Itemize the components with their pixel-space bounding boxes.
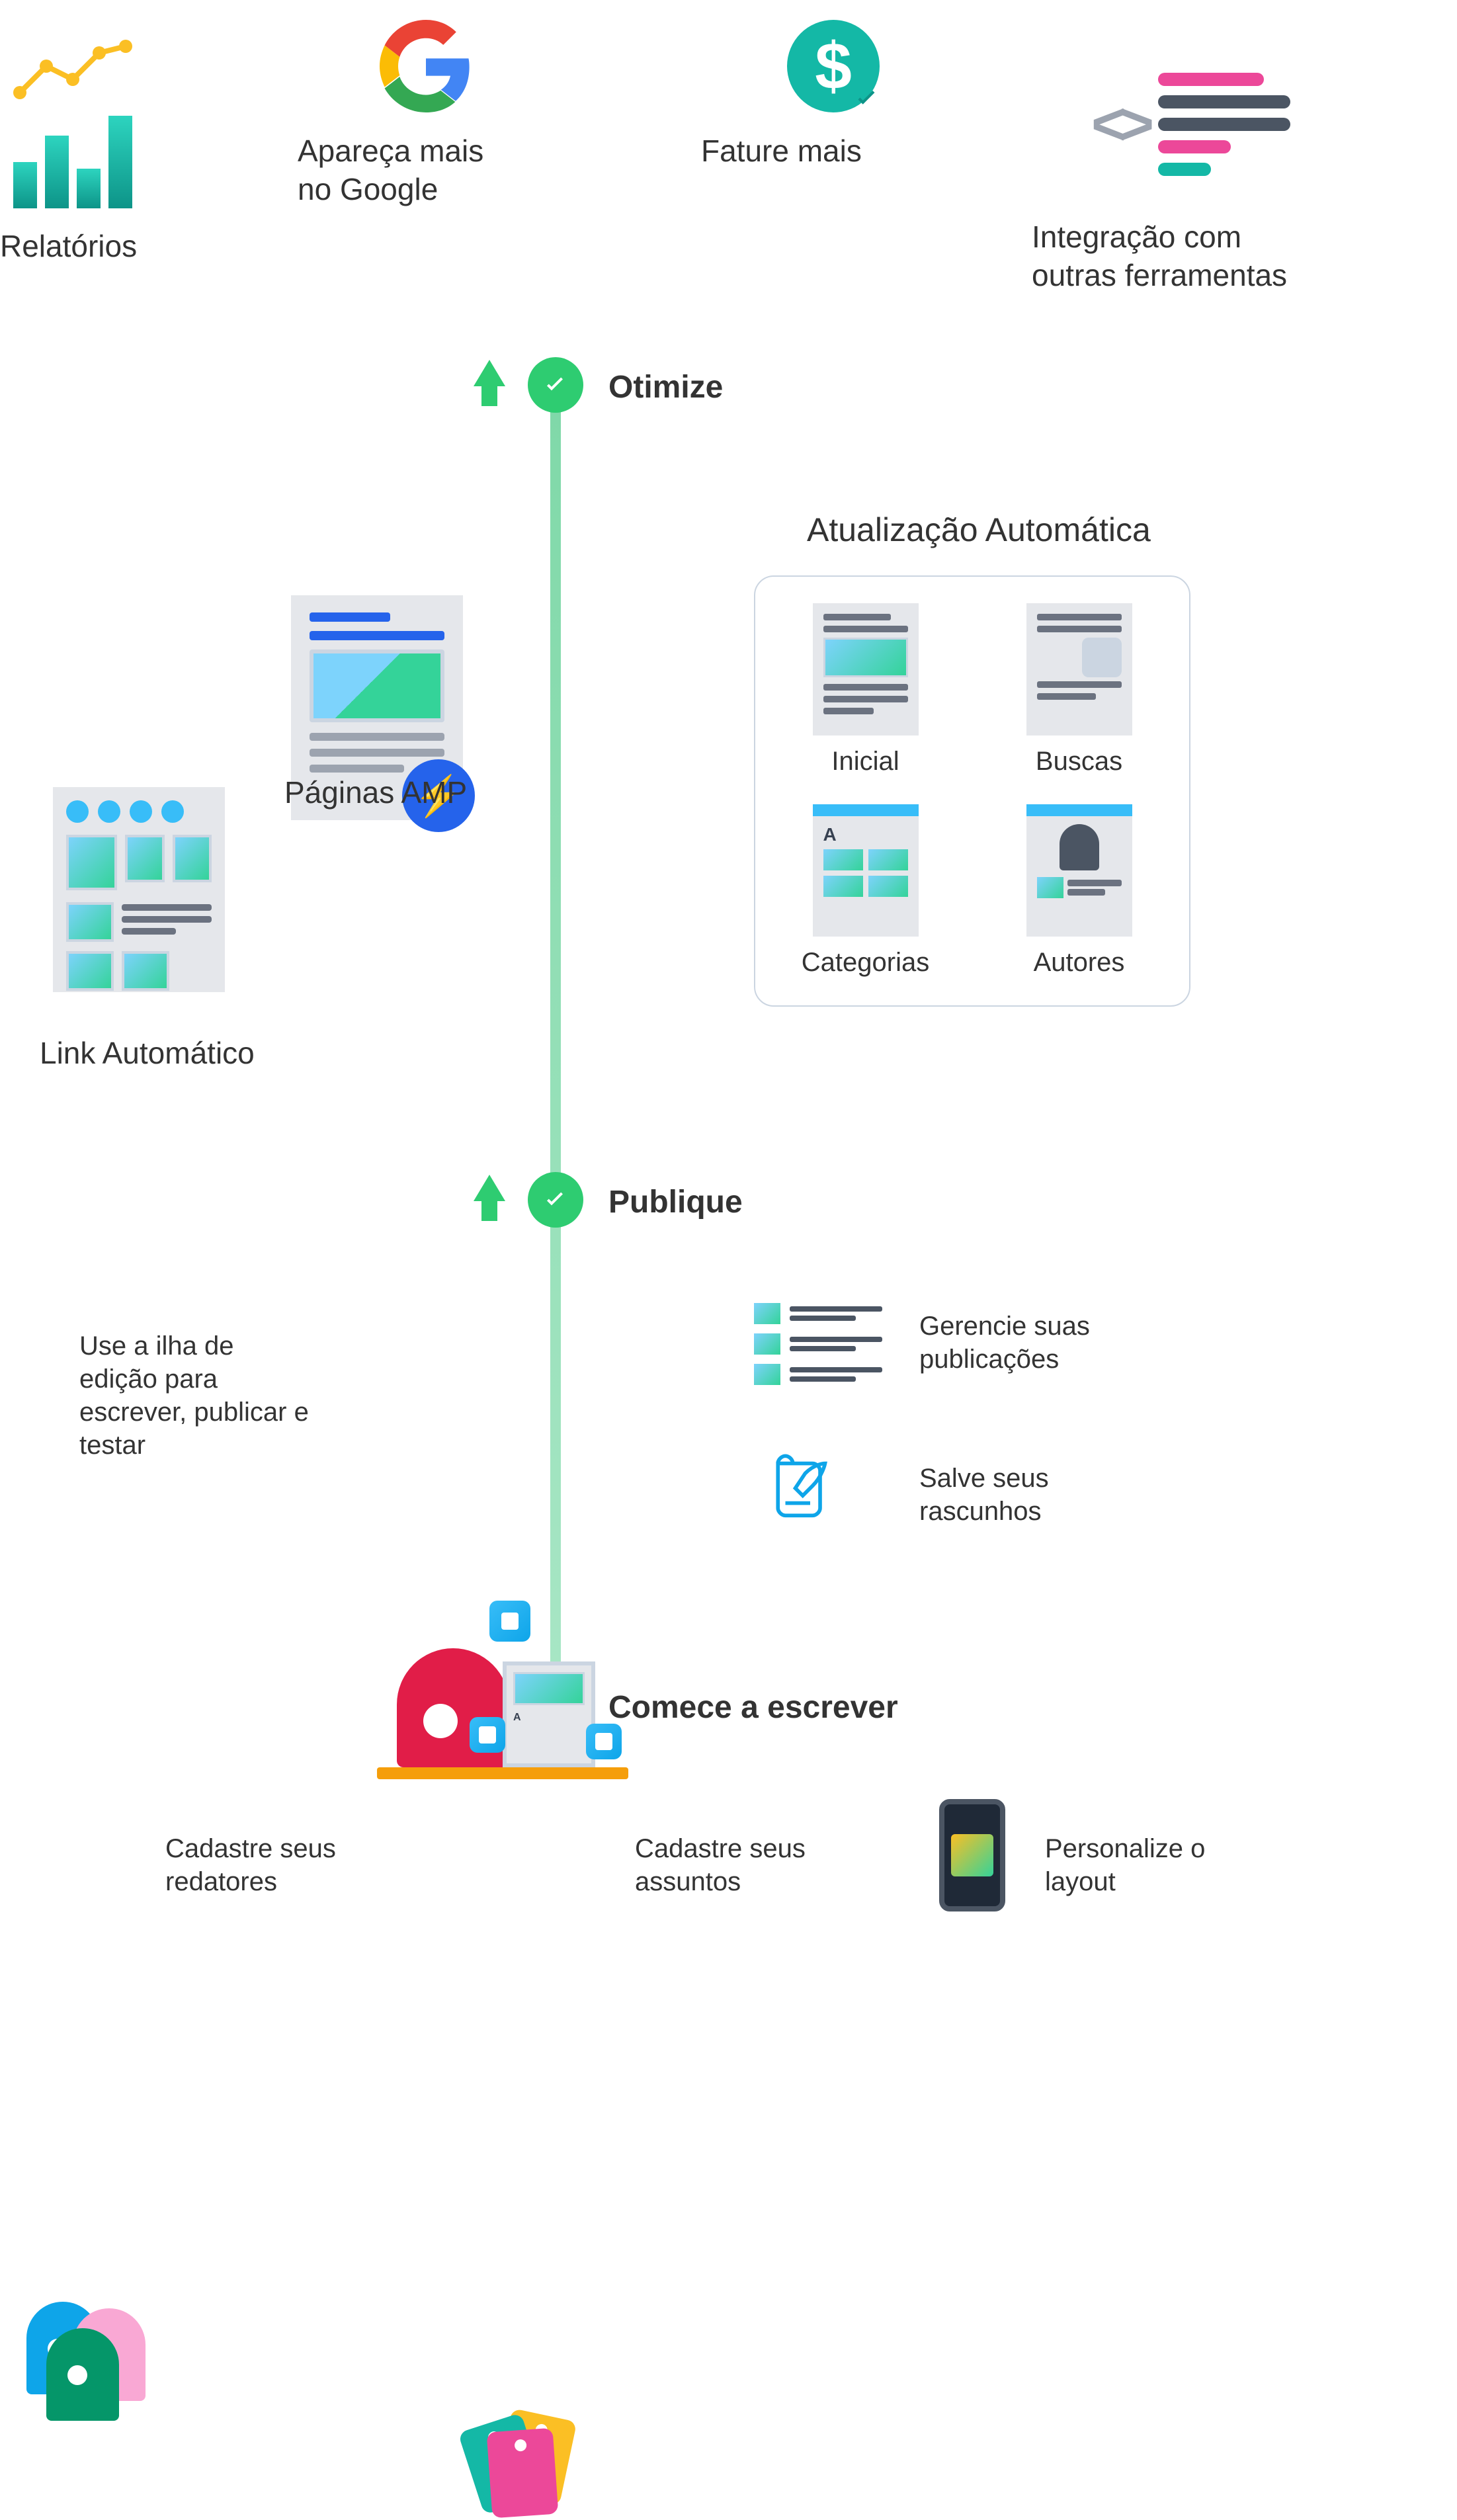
update-item-inicial: Inicial: [788, 603, 942, 778]
list-icon: [754, 1303, 882, 1385]
update-item-categorias: A Categorias: [788, 804, 942, 979]
timeline-line: [550, 374, 561, 1697]
manage-pubs-label: Gerencie suas publicações: [919, 1310, 1131, 1376]
writers-label: Cadastre seus redatores: [165, 1832, 390, 1898]
integration-label: Integração com outras ferramentas: [1032, 218, 1287, 294]
revenue-label: Fature mais: [701, 132, 862, 171]
update-item-label: Buscas: [1036, 745, 1122, 778]
link-auto-icon: [53, 787, 225, 992]
dollar-icon: $: [787, 20, 880, 112]
floating-block-icon: [470, 1717, 505, 1753]
auto-update-title: Atualização Automática: [807, 509, 1151, 551]
integration-icon: <>: [1091, 73, 1290, 176]
monitor-icon: A: [503, 1661, 595, 1767]
auto-update-box: Inicial Buscas A Categorias Autores: [754, 575, 1190, 1007]
amp-label: Páginas AMP: [284, 774, 467, 812]
arrow-up-icon: [474, 360, 505, 406]
update-item-buscas: Buscas: [1002, 603, 1156, 778]
layout-label: Personalize o layout: [1045, 1832, 1230, 1898]
reports-block: [13, 40, 146, 208]
writers-icon: [26, 2302, 146, 2414]
check-icon: [851, 82, 884, 115]
ilha-text: Use a ilha de edição para escrever, publ…: [79, 1329, 317, 1462]
google-icon: [380, 20, 472, 116]
update-item-autores: Autores: [1002, 804, 1156, 979]
tags-icon: [463, 2414, 569, 2520]
save-drafts-label: Salve seus rascunhos: [919, 1462, 1104, 1528]
bar-chart-icon: [13, 116, 146, 208]
floating-block-icon: [586, 1724, 622, 1759]
arrow-up-icon: [474, 1175, 505, 1221]
stage-start-title: Comece a escrever: [608, 1689, 898, 1726]
scroll-quill-icon: [761, 1449, 840, 1531]
link-auto-label: Link Automático: [40, 1034, 255, 1073]
stage-optimize-title: Otimize: [608, 369, 723, 405]
check-badge-icon: [528, 1172, 583, 1228]
phone-icon: [939, 1799, 1005, 1911]
code-bracket-icon: <>: [1091, 91, 1147, 159]
floating-block-icon: [489, 1601, 530, 1642]
check-badge-icon: [528, 357, 583, 413]
stage-publish-title: Publique: [608, 1184, 743, 1220]
reports-label: Relatórios: [0, 228, 137, 266]
update-item-label: Categorias: [802, 946, 929, 979]
sparkline-icon: [13, 40, 146, 106]
update-item-label: Autores: [1034, 946, 1125, 979]
subjects-label: Cadastre seus assuntos: [635, 1832, 860, 1898]
update-item-label: Inicial: [831, 745, 899, 778]
google-label: Apareça mais no Google: [298, 132, 483, 208]
editing-island-icon: A: [370, 1607, 635, 1792]
